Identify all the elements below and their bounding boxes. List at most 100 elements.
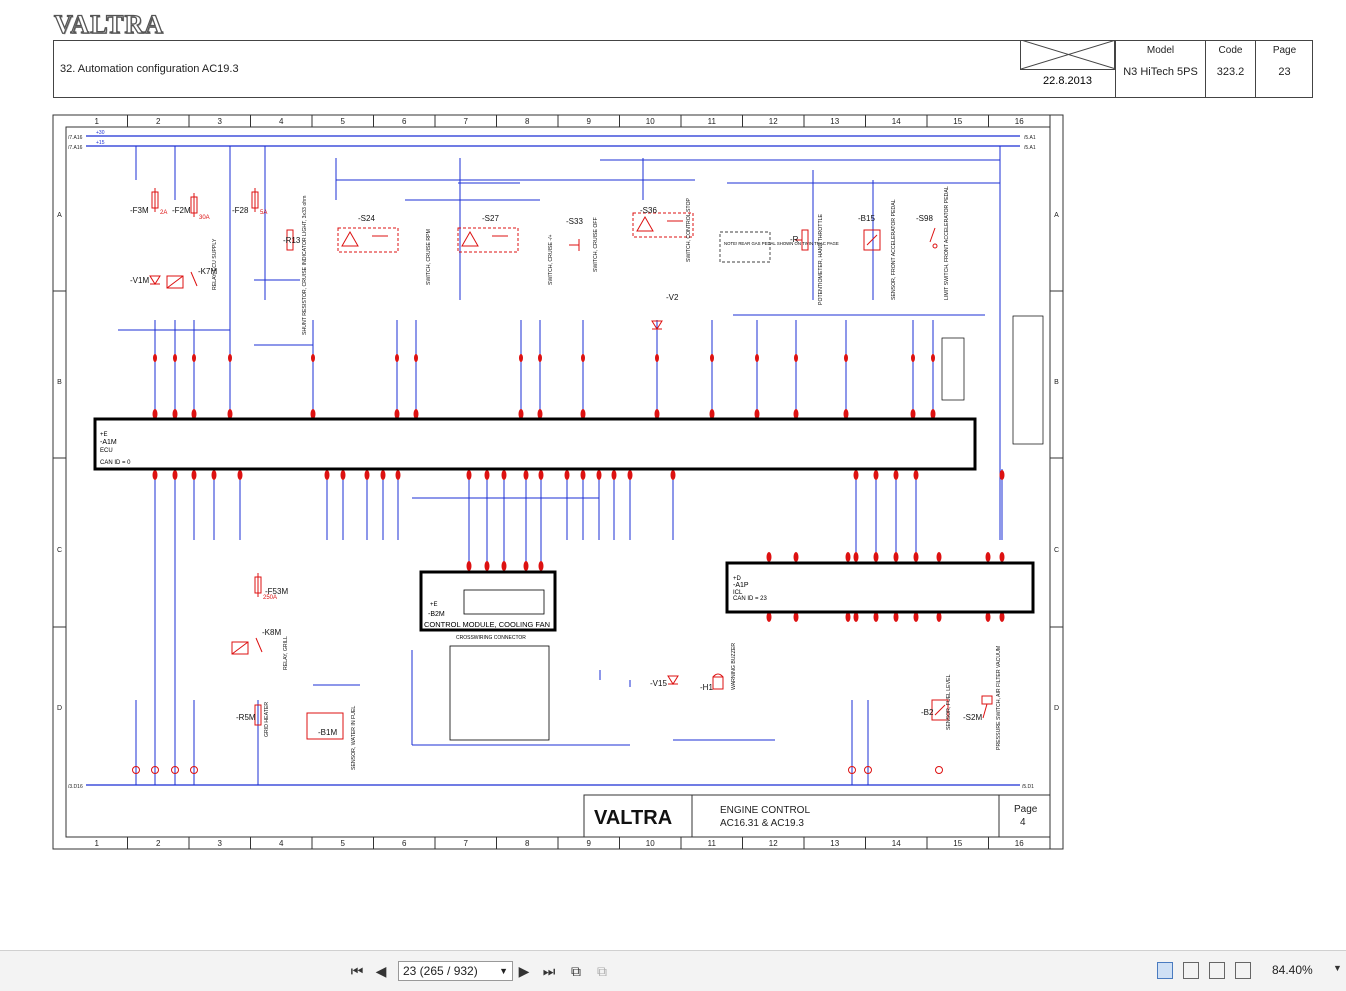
- component-s36: [632, 212, 694, 238]
- grid-row-right-D: D: [1054, 705, 1059, 712]
- continuous-view-icon[interactable]: [1183, 962, 1199, 979]
- ecu-pin-top2-1: [173, 354, 177, 362]
- wiring-schematic: 1122334455667788991010111112121313141415…: [52, 114, 1064, 850]
- label-f28: -F28: [232, 206, 249, 215]
- ecu-pin-bot-11: [484, 470, 490, 480]
- label-s33: -S33: [566, 217, 583, 226]
- icl-label-3: CAN ID = 23: [733, 596, 768, 602]
- previous-page-button[interactable]: ◀: [373, 962, 389, 980]
- component-b15: [863, 229, 881, 251]
- zoom-chevron-down-icon[interactable]: ▼: [1333, 963, 1342, 973]
- grid-col-bottom-3: 3: [218, 839, 223, 848]
- label-b15: -B15: [858, 214, 875, 223]
- label-k8m: -K8M: [262, 628, 281, 637]
- ecu-pin-bot-25: [999, 470, 1005, 480]
- two-page-view-icon[interactable]: [1209, 962, 1225, 979]
- grid-row-left-D: D: [57, 705, 62, 712]
- grid-col-top-16: 16: [1015, 117, 1024, 126]
- wires: [118, 146, 1003, 785]
- b2m-id: -B2M: [428, 611, 445, 618]
- ecu-pin-top2-2: [192, 354, 196, 362]
- fan-pin-2: [501, 561, 507, 571]
- ecu-pin-bot-23: [893, 470, 899, 480]
- first-page-button[interactable]: ⏮: [348, 962, 366, 980]
- grid-row-left-C: C: [57, 547, 62, 554]
- component-f2m: [190, 193, 198, 217]
- crosswiring-label: CROSSWIRING CONNECTOR: [456, 635, 526, 641]
- chevron-down-icon[interactable]: ▼: [499, 962, 508, 980]
- ecu-pin-top2-15: [911, 354, 915, 362]
- page-number-input[interactable]: 23 (265 / 932) ▼: [398, 961, 513, 981]
- crosswiring-connector: [449, 645, 550, 741]
- grid-col-bottom-1: 1: [95, 839, 100, 848]
- component-f28: [251, 188, 259, 212]
- icl-pin-top-9: [999, 552, 1005, 562]
- b2m-desc: CONTROL MODULE, COOLING FAN: [424, 620, 550, 629]
- desc-s27: SWITCH, CRUISE -/+: [548, 234, 554, 285]
- next-page-button[interactable]: ▶: [516, 962, 532, 980]
- icl-pin-top-4: [873, 552, 879, 562]
- component-f53m: [254, 573, 262, 597]
- grid-col-bottom-12: 12: [769, 839, 778, 848]
- grid-rows: A A B B C C D D: [53, 212, 1063, 712]
- grid-col-bottom-8: 8: [525, 839, 530, 848]
- desc-r5m: GRID HEATER: [264, 702, 270, 737]
- ecu-pin-top2-5: [395, 354, 399, 362]
- ecu-pin-top2-0: [153, 354, 157, 362]
- grid-col-bottom-9: 9: [587, 839, 592, 848]
- frame-outer: [52, 114, 1064, 850]
- ground-left: /3.D16: [68, 784, 83, 790]
- grid-row-left-A: A: [57, 212, 62, 219]
- desc-r13: SHUNT RESISTOR, CRUISE INDICATOR LIGHT, …: [302, 196, 308, 335]
- component-s98: [929, 227, 938, 249]
- desc-s36: SWITCH, CONTROL STOP: [686, 197, 692, 262]
- icl-pin-top-5: [893, 552, 899, 562]
- ecu-pin-top2-4: [311, 354, 315, 362]
- go-back-view-icon[interactable]: ⧉: [567, 962, 585, 980]
- ecu-pin-bot-15: [564, 470, 570, 480]
- component-s24: [337, 227, 399, 253]
- go-forward-view-icon[interactable]: ⧉: [593, 962, 611, 980]
- grid-col-top-2: 2: [156, 117, 161, 126]
- grid-col-top-4: 4: [279, 117, 284, 126]
- icl-block: [725, 561, 1035, 614]
- label-v2: -V2: [666, 293, 679, 302]
- desc-k7m: RELAY, ECU SUPPLY: [212, 238, 218, 290]
- grid-col-top-15: 15: [953, 117, 962, 126]
- ecu-pin-top2-10: [655, 354, 659, 362]
- ecu-pin-bot-19: [627, 470, 633, 480]
- ecu-pin-bot-16: [580, 470, 586, 480]
- two-page-continuous-view-icon[interactable]: [1235, 962, 1251, 979]
- grid-col-bottom-10: 10: [646, 839, 655, 848]
- grid-col-top-1: 1: [95, 117, 100, 126]
- desc-h1: WARNING BUZZER: [731, 643, 737, 690]
- single-page-view-icon[interactable]: [1157, 962, 1173, 979]
- ecu-pin-bot-3: [211, 470, 217, 480]
- desc-k8m: RELAY, GRILL: [283, 636, 289, 670]
- fan-pin-3: [523, 561, 529, 571]
- grid-col-top-7: 7: [464, 117, 469, 126]
- ecu-pin-bot-2: [191, 470, 197, 480]
- ecu-pin-top2-9: [581, 354, 585, 362]
- footer-title-1: ENGINE CONTROL: [720, 805, 810, 816]
- page-number-value: 23 (265 / 932): [403, 964, 478, 978]
- grid-col-bottom-4: 4: [279, 839, 284, 848]
- ecu-pin-top2-14: [844, 354, 848, 362]
- grid-col-top-12: 12: [769, 117, 778, 126]
- label-b2: -B2: [921, 708, 934, 717]
- icl-pin-top-0: [766, 552, 772, 562]
- ecu-label-1: -A1M: [100, 439, 117, 446]
- grid-col-top-13: 13: [830, 117, 839, 126]
- ecu-pin-bot-12: [501, 470, 507, 480]
- grid-row-right-B: B: [1054, 379, 1059, 386]
- grid-col-bottom-13: 13: [830, 839, 839, 848]
- ground-terminal-6: [935, 766, 943, 774]
- ecu-pin-top2-8: [538, 354, 542, 362]
- component-s2m: [981, 695, 993, 719]
- label-b1m: -B1M: [318, 728, 337, 737]
- last-page-button[interactable]: ⏭: [540, 962, 558, 980]
- zoom-level[interactable]: 84.40%: [1272, 963, 1313, 977]
- ecu-pin-bot-1: [172, 470, 178, 480]
- footer-logo: VALTRA: [594, 807, 672, 829]
- label-v15: -V15: [650, 679, 667, 688]
